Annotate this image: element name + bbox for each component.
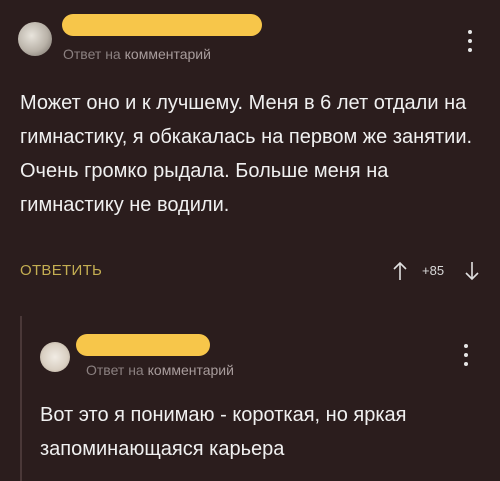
kebab-menu-icon[interactable] bbox=[466, 30, 474, 52]
reply-meta: Ответ на комментарий bbox=[63, 46, 211, 62]
username-redacted[interactable] bbox=[76, 334, 210, 356]
reply-meta-prefix: Ответ на bbox=[63, 46, 121, 62]
vote-controls: +85 bbox=[388, 258, 488, 284]
kebab-menu-icon[interactable] bbox=[462, 344, 470, 366]
username-redacted[interactable] bbox=[62, 14, 262, 36]
vote-count: +85 bbox=[422, 263, 445, 278]
reply-meta: Ответ на комментарий bbox=[86, 362, 234, 378]
arrow-up-icon[interactable] bbox=[392, 260, 408, 282]
avatar[interactable] bbox=[40, 342, 70, 372]
reply-button[interactable]: ОТВЕТИТЬ bbox=[20, 262, 102, 279]
reply-meta-target[interactable]: комментарий bbox=[125, 46, 211, 62]
reply-meta-prefix: Ответ на bbox=[86, 362, 144, 378]
avatar[interactable] bbox=[18, 22, 52, 56]
arrow-down-icon[interactable] bbox=[464, 260, 480, 282]
comment-text: Вот это я понимаю - короткая, но яркая з… bbox=[40, 404, 407, 460]
thread-line[interactable] bbox=[20, 316, 22, 481]
comment-text: Может оно и к лучшему. Меня в 6 лет отда… bbox=[20, 92, 473, 216]
reply-meta-target[interactable]: комментарий bbox=[148, 362, 234, 378]
